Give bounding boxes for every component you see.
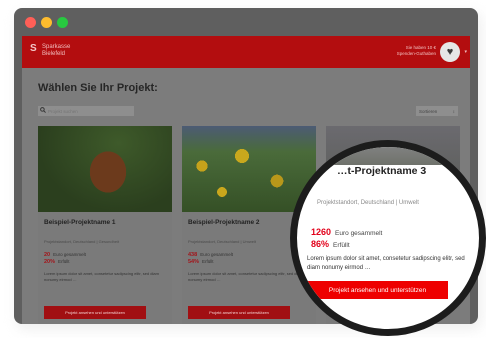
percent-value: 54% bbox=[188, 259, 200, 265]
project-description: Lorem ipsum dolor sit amet, consetetur s… bbox=[307, 256, 465, 271]
title-bar bbox=[14, 8, 478, 36]
search-input[interactable] bbox=[48, 108, 128, 114]
sort-label: Sortieren bbox=[419, 108, 438, 114]
balance-line-2: Spenden-Guthaben bbox=[396, 51, 436, 56]
amount-value: 438 bbox=[188, 252, 198, 258]
percent-value: 20% bbox=[44, 259, 56, 265]
chevron-down-icon[interactable]: ▾ bbox=[464, 49, 467, 55]
project-description: Lorem ipsum dolor sit amet, consetetur s… bbox=[188, 271, 303, 282]
page-title: Wählen Sie Ihr Projekt: bbox=[38, 82, 158, 94]
support-project-button[interactable]: Projekt ansehen und unterstützen bbox=[188, 306, 290, 319]
amount-collected: 20 Euro gesammelt bbox=[44, 252, 86, 258]
amount-value: 20 bbox=[44, 252, 51, 258]
search-bar[interactable] bbox=[38, 106, 134, 116]
percent-value: 86% bbox=[311, 239, 330, 249]
site-header: S Sparkasse Bielefeld Sie haben 10 € Spe… bbox=[22, 36, 470, 68]
support-project-button[interactable]: Projekt ansehen und unterstützen bbox=[44, 306, 146, 319]
maximize-window-button[interactable] bbox=[57, 17, 68, 28]
support-project-button[interactable]: Projekt ansehen und unterstützen bbox=[307, 281, 448, 299]
magnifier-lens: …t-Projektname 3 Projektstandort, Deutsc… bbox=[290, 140, 486, 336]
percent-label: Erfüllt bbox=[58, 259, 70, 264]
percent-fulfilled: 20% Erfüllt bbox=[44, 259, 70, 265]
search-icon bbox=[38, 107, 48, 115]
close-window-button[interactable] bbox=[25, 17, 36, 28]
percent-label: Erfüllt bbox=[333, 242, 350, 249]
amount-collected: 438 Euro gesammelt bbox=[188, 252, 233, 258]
percent-fulfilled: 54% Erfüllt bbox=[188, 259, 214, 265]
project-title[interactable]: Beispiel-Projektname 2 bbox=[188, 219, 260, 226]
project-image-dog[interactable] bbox=[38, 126, 172, 212]
donation-balance: Sie haben 10 € Spenden-Guthaben bbox=[397, 45, 436, 57]
magnified-project-card-3[interactable]: …t-Projektname 3 Projektstandort, Deutsc… bbox=[297, 147, 479, 329]
amount-collected: 1260 Euro gesammelt bbox=[311, 227, 382, 237]
brand-line-2: Bielefeld bbox=[42, 51, 66, 57]
sort-select[interactable]: Sortieren ↕ bbox=[416, 106, 458, 116]
brand-line-1: Sparkasse bbox=[42, 44, 71, 50]
project-card-1[interactable]: Beispiel-Projektname 1 Projektstandort, … bbox=[38, 126, 172, 324]
sort-caret-icon: ↕ bbox=[452, 108, 455, 114]
percent-label: Erfüllt bbox=[202, 259, 214, 264]
amount-value: 1260 bbox=[311, 227, 332, 237]
amount-label: Euro gesammelt bbox=[335, 230, 383, 237]
project-image-flowers[interactable] bbox=[182, 126, 316, 212]
logo-symbol: S bbox=[30, 43, 37, 54]
project-title[interactable]: Beispiel-Projektname 1 bbox=[44, 219, 116, 226]
brand-name: Sparkasse Bielefeld bbox=[42, 44, 70, 58]
heart-icon: ♥ bbox=[446, 45, 454, 58]
percent-fulfilled: 86% Erfüllt bbox=[311, 239, 350, 249]
project-meta: Projektstandort, Deutschland | Gesundhei… bbox=[44, 239, 120, 244]
amount-label: Euro gesammelt bbox=[53, 252, 86, 257]
heart-account-button[interactable]: ♥ bbox=[440, 42, 460, 62]
project-title[interactable]: …t-Projektname 3 bbox=[337, 165, 426, 177]
project-meta: Projektstandort, Deutschland | Umwelt bbox=[188, 239, 256, 244]
project-meta: Projektstandort, Deutschland | Umwelt bbox=[317, 200, 419, 206]
amount-label: Euro gesammelt bbox=[200, 252, 233, 257]
project-description: Lorem ipsum dolor sit amet, consetetur s… bbox=[44, 271, 159, 282]
minimize-window-button[interactable] bbox=[41, 17, 52, 28]
